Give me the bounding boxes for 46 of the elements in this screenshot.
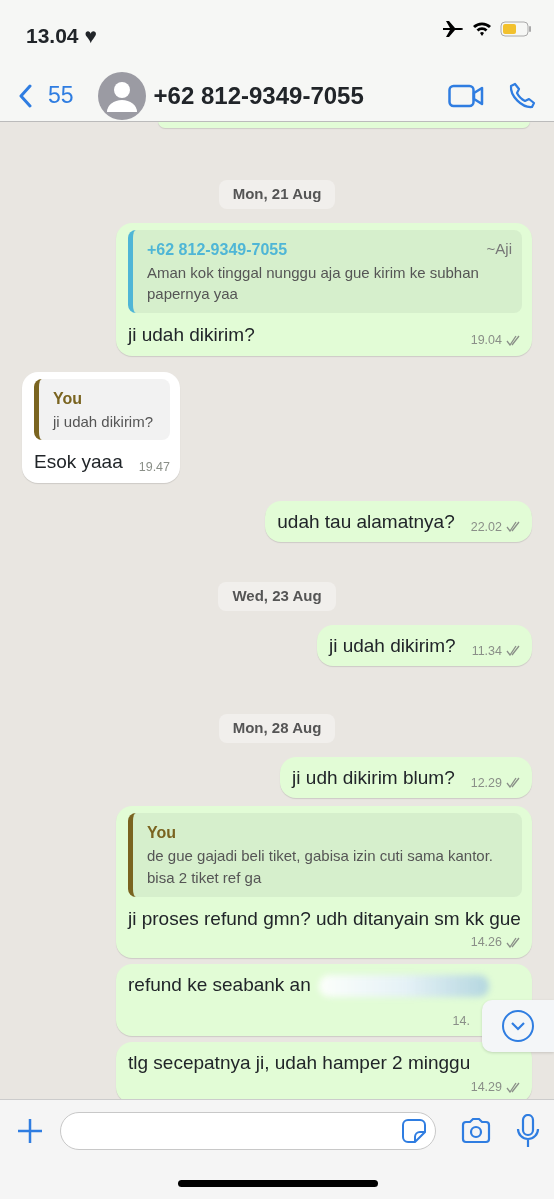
message-text: tlg secepatnya ji, udah hamper 2 minggu: [128, 1052, 471, 1074]
video-call-icon[interactable]: [448, 83, 484, 108]
battery-icon: [500, 21, 532, 37]
quote-text: ji udah dikirim?: [53, 411, 155, 432]
message-text: ji udh dikirim blum?: [292, 765, 455, 790]
airplane-icon: [442, 20, 464, 38]
message-text: Esok yaaa: [34, 450, 123, 475]
date-separator: Mon, 21 Aug: [218, 180, 336, 209]
message-text: udah tau alamatnya?: [277, 509, 455, 534]
date-separator: Mon, 28 Aug: [218, 714, 336, 743]
sticker-icon[interactable]: [401, 1118, 427, 1144]
message-time: 22.02: [470, 518, 502, 536]
contact-name[interactable]: +62 812-9349-7055: [153, 77, 364, 114]
message-time: 19.04: [470, 331, 502, 349]
message-text: refund ke seabank an: [128, 974, 311, 995]
message-text: ji proses refund gmn? udh ditanyain sm kk gue: [128, 907, 521, 929]
quote-alias: ~Aji: [486, 238, 512, 259]
message-input[interactable]: [60, 1112, 436, 1150]
phone-icon[interactable]: [508, 81, 536, 110]
date-separator: Wed, 23 Aug: [218, 582, 336, 611]
message-time: 14.29: [470, 1078, 502, 1096]
quote-author: You: [147, 823, 177, 844]
scroll-down-button[interactable]: [482, 1000, 554, 1052]
wifi-icon: [472, 21, 492, 37]
camera-icon[interactable]: [460, 1117, 492, 1145]
quoted-message[interactable]: You de gue gajadi beli tiket, gabisa izin cuti sama kantor. bisa 2 tiket ref ga: [128, 813, 522, 897]
plus-icon[interactable]: [16, 1117, 44, 1145]
avatar-icon[interactable]: [97, 71, 146, 120]
chevron-down-icon[interactable]: [501, 1009, 535, 1043]
message-text: ji udah dikirim?: [328, 633, 456, 658]
chevron-left-icon[interactable]: [18, 83, 32, 108]
quoted-message[interactable]: +62 812-9349-7055 ~Aji Aman kok tinggal nunggu aja gue kirim ke subhan papernya yaa: [128, 229, 522, 313]
quote-author: +62 812-9349-7055: [147, 239, 288, 260]
message-time: 14.26: [470, 934, 502, 952]
quote-author: You: [53, 388, 83, 409]
quoted-message[interactable]: You ji udah dikirim?: [34, 378, 170, 441]
quote-text: Aman kok tinggal nunggu aja gue kirim ke subhan papernya yaa: [147, 262, 480, 305]
quote-text: de gue gajadi beli tiket, gabisa izin cuti sama kantor. bisa 2 tiket ref ga: [147, 846, 495, 888]
message-time: 19.47: [138, 459, 170, 476]
message-time: 14.: [452, 1012, 470, 1030]
microphone-icon[interactable]: [516, 1114, 540, 1148]
back-button[interactable]: 55: [18, 78, 74, 113]
clock-time: 13.04 ♥: [26, 23, 97, 49]
message-time: 11.34: [471, 642, 502, 660]
message-time: 12.29: [470, 774, 502, 792]
message-text: ji udah dikirim?: [128, 323, 255, 347]
